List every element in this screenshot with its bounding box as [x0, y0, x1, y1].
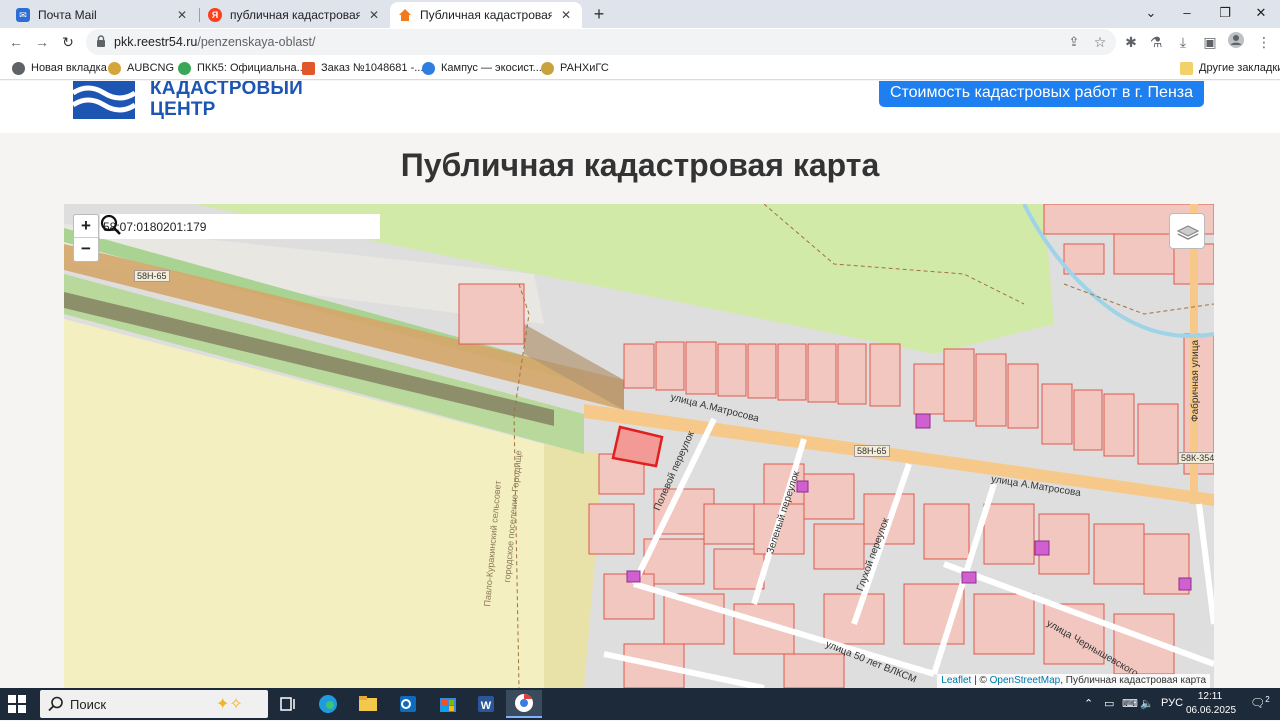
windows-taskbar: Поиск ✦✧ W ⌃ ▭ ⌨ 🔈 РУС 12:11 06.06.2025 … [0, 688, 1280, 720]
layers-icon [1176, 225, 1200, 240]
page-title: Публичная кадастровая карта [400, 147, 880, 183]
pkk-icon [178, 61, 191, 75]
search-icon [48, 696, 63, 712]
browser-toolbar: ← → ↻ pkk.reestr54.ru/penzenskaya-oblast… [0, 28, 1280, 56]
reload-button[interactable]: ↻ [58, 32, 78, 52]
logo-waves-icon [73, 81, 135, 119]
order-icon [302, 61, 315, 75]
download-icon[interactable]: ⤓ [1173, 32, 1193, 52]
windows-start-icon[interactable] [8, 695, 26, 713]
tab-title: публичная кадастровая карта п [230, 8, 360, 22]
other-bookmarks[interactable]: Другие закладки [1180, 60, 1280, 76]
close-icon[interactable]: ✕ [366, 7, 382, 23]
forward-button[interactable]: → [32, 32, 52, 52]
share-icon[interactable]: ⇪ [1064, 32, 1084, 52]
tab-strip: ✉ Почта Mail ✕ Я публичная кадастровая к… [0, 0, 1280, 28]
notifications-icon[interactable]: 🗨2 [1250, 695, 1270, 710]
close-window-button[interactable]: ✕ [1250, 3, 1272, 23]
search-icon[interactable] [100, 214, 122, 236]
close-icon[interactable]: ✕ [558, 7, 574, 23]
house-icon [398, 8, 412, 22]
tab-title: Публичная кадастровая карта П [420, 8, 552, 22]
task-view-icon[interactable] [270, 690, 306, 718]
road-shield: 58Н-65 [134, 270, 170, 282]
tab-cadastral-map[interactable]: Публичная кадастровая карта П ✕ [390, 2, 582, 28]
network-icon[interactable]: ⌨ [1122, 697, 1138, 710]
leaflet-link[interactable]: Leaflet [941, 675, 971, 686]
yandex-icon: Я [208, 8, 222, 22]
bookmark-item[interactable]: Новая вкладка [12, 60, 107, 76]
road-shield: 58Н-65 [854, 445, 890, 457]
mail-icon: ✉ [16, 8, 30, 22]
cadastral-search [100, 214, 380, 239]
bookmark-star-icon[interactable]: ☆ [1090, 32, 1110, 52]
page-content: КАДАСТРОВЫЙ ЦЕНТР Стоимость кадастровых … [0, 81, 1280, 688]
sparkle-icon: ✦✧ [216, 696, 243, 713]
map-canvas [64, 204, 1214, 688]
ranepa-icon [541, 61, 554, 75]
map-attribution: Leaflet | © OpenStreetMap, Публичная кад… [937, 674, 1210, 688]
word-icon[interactable]: W [468, 690, 504, 718]
lock-icon [97, 35, 105, 47]
logo-text[interactable]: КАДАСТРОВЫЙ ЦЕНТР [150, 81, 303, 120]
sidepanel-icon[interactable]: ▣ [1200, 32, 1220, 52]
site-header: КАДАСТРОВЫЙ ЦЕНТР Стоимость кадастровых … [0, 81, 1280, 133]
osm-link[interactable]: OpenStreetMap [990, 675, 1061, 686]
volume-icon[interactable]: 🔈 [1140, 697, 1154, 710]
bookmarks-bar: Новая вкладка AUBCNG ПКК5: Официальна...… [0, 56, 1280, 80]
bookmark-item[interactable]: РАНХиГС [541, 60, 609, 76]
edge-icon[interactable] [310, 690, 346, 718]
clock[interactable]: 12:11 06.06.2025 [1186, 690, 1236, 718]
outlook-icon[interactable] [390, 690, 426, 718]
minimize-button[interactable]: – [1176, 3, 1198, 23]
tab-yandex-search[interactable]: Я публичная кадастровая карта п ✕ [200, 2, 390, 28]
chevron-down-icon[interactable]: ⌄ [1140, 3, 1162, 23]
tab-mail[interactable]: ✉ Почта Mail ✕ [8, 2, 198, 28]
chevron-up-icon[interactable]: ⌃ [1084, 697, 1093, 710]
profile-avatar[interactable] [1226, 32, 1246, 52]
pricing-cta-button[interactable]: Стоимость кадастровых работ в г. Пенза [879, 81, 1204, 107]
svg-text:W: W [481, 700, 492, 712]
address-bar[interactable]: pkk.reestr54.ru/penzenskaya-oblast/ ⇪ ☆ [86, 29, 1116, 55]
folder-icon [1180, 61, 1193, 75]
back-button[interactable]: ← [6, 32, 26, 52]
campus-icon [422, 61, 435, 75]
zoom-in-button[interactable]: + [74, 215, 98, 238]
file-explorer-icon[interactable] [350, 690, 386, 718]
bookmark-item[interactable]: ПКК5: Официальна... [178, 60, 306, 76]
globe-icon [12, 61, 25, 75]
map-label-street: Фабричная улица [1190, 339, 1201, 422]
chrome-icon[interactable] [506, 690, 542, 718]
bookmark-item[interactable]: AUBCNG [108, 60, 174, 76]
road-shield: 58К-354 [1178, 452, 1214, 464]
emblem-icon [108, 61, 121, 75]
extensions-icon[interactable]: ✱ [1121, 32, 1141, 52]
menu-kebab-icon[interactable]: ⋮ [1254, 32, 1274, 52]
tab-title: Почта Mail [38, 8, 97, 22]
lab-icon[interactable]: ⚗ [1146, 32, 1166, 52]
language-indicator[interactable]: РУС [1161, 697, 1183, 709]
url-text: pkk.reestr54.ru/penzenskaya-oblast/ [114, 35, 316, 49]
bookmark-item[interactable]: Заказ №1048681 -... [302, 60, 423, 76]
cadastral-number-input[interactable] [103, 214, 343, 239]
cadastral-map[interactable]: улица А.Матросова улица А.Матросова 58Н-… [64, 204, 1214, 688]
new-tab-button[interactable]: + [589, 4, 609, 24]
meet-icon[interactable]: ▭ [1104, 697, 1114, 710]
zoom-control: + − [73, 214, 99, 262]
bookmark-item[interactable]: Кампус — экосист... [422, 60, 542, 76]
store-icon[interactable] [430, 690, 466, 718]
restore-button[interactable]: ❐ [1214, 3, 1236, 23]
zoom-out-button[interactable]: − [74, 238, 98, 261]
layers-button[interactable] [1169, 213, 1205, 249]
close-icon[interactable]: ✕ [174, 7, 190, 23]
taskbar-search[interactable]: Поиск ✦✧ [40, 690, 268, 718]
